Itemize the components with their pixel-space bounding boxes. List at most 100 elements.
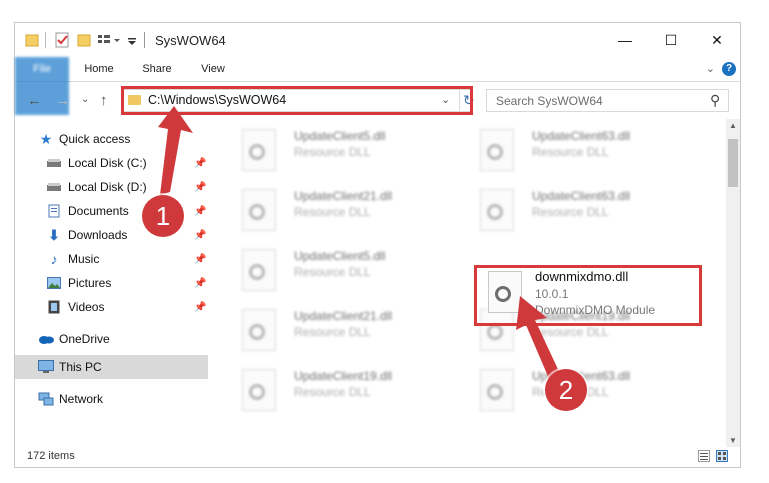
- computer-icon: [38, 360, 54, 374]
- drive-icon: [46, 156, 62, 170]
- minimize-button[interactable]: —: [602, 23, 648, 57]
- search-icon[interactable]: ⚲: [710, 92, 720, 109]
- properties-icon[interactable]: [54, 32, 70, 48]
- title-separator: [144, 32, 145, 48]
- file-type: Resource DLL: [294, 145, 371, 159]
- dll-file-icon: [480, 189, 514, 231]
- list-item[interactable]: UpdateClient63.dll Resource DLL: [470, 183, 690, 241]
- file-type: Resource DLL: [532, 205, 609, 219]
- sidebar-item-label: This PC: [59, 360, 102, 374]
- pin-icon[interactable]: 📌: [194, 278, 206, 289]
- sidebar-item-quick-access[interactable]: ★ Quick access: [15, 127, 208, 151]
- list-item[interactable]: UpdateClient21.dll Resource DLL: [232, 183, 452, 241]
- file-type: Resource DLL: [294, 265, 371, 279]
- file-name: UpdateClient5.dll: [294, 249, 386, 263]
- new-folder-icon[interactable]: [77, 32, 91, 48]
- sidebar-item-label: Quick access: [59, 132, 131, 146]
- sidebar-item-label: Downloads: [68, 228, 128, 242]
- close-button[interactable]: ✕: [694, 23, 740, 57]
- large-icons-view-icon[interactable]: [716, 450, 728, 462]
- sidebar-item-local-disk-c[interactable]: Local Disk (C:) 📌: [15, 151, 208, 175]
- pin-icon[interactable]: 📌: [194, 254, 206, 265]
- sidebar-item-onedrive[interactable]: OneDrive: [15, 327, 208, 351]
- file-type: Resource DLL: [294, 385, 371, 399]
- videos-icon: [46, 300, 62, 314]
- sidebar-item-network[interactable]: Network: [15, 387, 208, 411]
- ribbon-tabs: File Home Share View ⌄ ?: [15, 57, 740, 115]
- network-icon: [38, 392, 54, 406]
- help-icon[interactable]: ?: [722, 62, 736, 76]
- maximize-button[interactable]: ☐: [648, 23, 694, 57]
- folder-icon: [25, 32, 39, 48]
- file-list: UpdateClient5.dll Resource DLL UpdateCli…: [222, 119, 727, 447]
- pin-icon[interactable]: 📌: [194, 206, 206, 217]
- sidebar-item-this-pc[interactable]: This PC: [15, 355, 208, 379]
- up-button[interactable]: ↑: [100, 92, 108, 109]
- tab-home[interactable]: Home: [77, 57, 121, 81]
- file-name: UpdateClient19.dll: [294, 369, 393, 383]
- list-item[interactable]: UpdateClient19.dll Resource DLL: [232, 363, 452, 421]
- address-highlight-box: [121, 86, 473, 115]
- scroll-thumb[interactable]: [728, 139, 738, 187]
- list-item[interactable]: UpdateClient5.dll Resource DLL: [232, 123, 452, 181]
- sidebar-item-label: Local Disk (C:): [68, 156, 147, 170]
- file-type: Resource DLL: [532, 325, 609, 339]
- pin-icon[interactable]: 📌: [194, 182, 206, 193]
- drive-icon: [46, 180, 62, 194]
- scroll-up-icon[interactable]: ▲: [729, 121, 737, 130]
- back-button[interactable]: ←: [27, 92, 42, 109]
- forward-button[interactable]: →: [55, 92, 70, 109]
- list-item[interactable]: UpdateClient21.dll Resource DLL: [232, 303, 452, 361]
- navigation-bar: ← → ⌄ ↑ C:\Windows\SysWOW64 ⌄ ↻ Search S…: [15, 81, 740, 119]
- vertical-scrollbar[interactable]: ▲ ▼: [726, 119, 740, 447]
- file-name: UpdateClient63.dll: [532, 189, 631, 203]
- step-1-badge: 1: [142, 195, 184, 237]
- dll-file-icon: [242, 369, 276, 411]
- sidebar-item-music[interactable]: ♪ Music 📌: [15, 247, 208, 271]
- ribbon-expand-icon[interactable]: ⌄: [706, 62, 715, 75]
- downloads-icon: ⬇: [48, 226, 60, 243]
- sidebar-item-pictures[interactable]: Pictures 📌: [15, 271, 208, 295]
- star-icon: ★: [39, 130, 53, 147]
- file-name: UpdateClient21.dll: [294, 309, 393, 323]
- search-placeholder: Search SysWOW64: [496, 94, 603, 108]
- recent-locations-button[interactable]: ⌄: [81, 94, 89, 105]
- search-input[interactable]: Search SysWOW64 ⚲: [486, 89, 729, 112]
- sidebar-item-local-disk-d[interactable]: Local Disk (D:) 📌: [15, 175, 208, 199]
- title-bar: SysWOW64 — ☐ ✕: [15, 23, 740, 57]
- sidebar-item-label: Videos: [68, 300, 105, 314]
- dll-file-icon: [242, 189, 276, 231]
- explorer-window: SysWOW64 — ☐ ✕ File Home Share View ⌄ ? …: [14, 22, 741, 468]
- dll-file-icon: [242, 129, 276, 171]
- list-item[interactable]: UpdateClient63.dll Resource DLL: [470, 123, 690, 181]
- file-name: UpdateClient5.dll: [294, 129, 386, 143]
- tab-share[interactable]: Share: [133, 57, 181, 81]
- status-bar: 172 items: [15, 447, 740, 467]
- list-item[interactable]: UpdateClient5.dll Resource DLL: [232, 243, 452, 301]
- dll-file-icon: [480, 369, 514, 411]
- file-type: Resource DLL: [294, 205, 371, 219]
- sidebar-item-label: Pictures: [68, 276, 112, 290]
- pin-icon[interactable]: 📌: [194, 158, 206, 169]
- customize-qa-icon[interactable]: [127, 32, 137, 48]
- window-title: SysWOW64: [155, 33, 226, 48]
- file-type: Resource DLL: [294, 325, 371, 339]
- navigation-pane: ★ Quick access Local Disk (C:) 📌 Local D…: [15, 119, 208, 447]
- step-2-badge: 2: [545, 369, 587, 411]
- tab-view[interactable]: View: [191, 57, 235, 81]
- cloud-icon: [38, 332, 54, 346]
- music-icon: ♪: [50, 251, 58, 267]
- details-view-icon[interactable]: [698, 450, 710, 462]
- view-options-icon[interactable]: [97, 32, 121, 48]
- sidebar-item-label: Network: [59, 392, 104, 406]
- sidebar-item-videos[interactable]: Videos 📌: [15, 295, 208, 319]
- pin-icon[interactable]: 📌: [194, 302, 206, 313]
- qa-separator: [45, 32, 46, 48]
- file-name: UpdateClient63.dll: [532, 129, 631, 143]
- scroll-down-icon[interactable]: ▼: [729, 436, 737, 445]
- sidebar-item-label: OneDrive: [59, 332, 110, 346]
- item-count: 172 items: [27, 450, 75, 462]
- dll-file-icon: [242, 309, 276, 351]
- pin-icon[interactable]: 📌: [194, 230, 206, 241]
- sidebar-item-label: Documents: [68, 204, 129, 218]
